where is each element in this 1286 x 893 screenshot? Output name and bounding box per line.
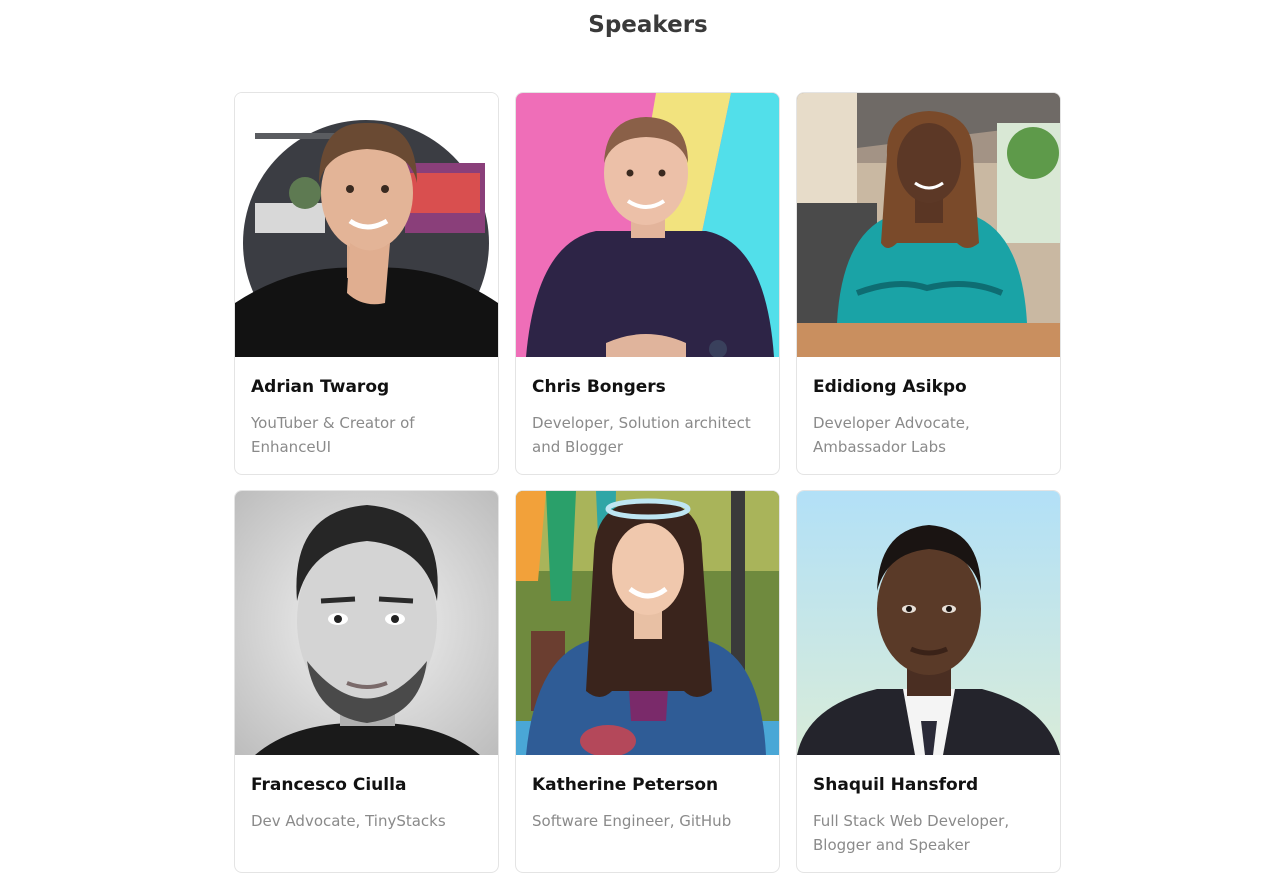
speaker-photo bbox=[797, 93, 1060, 357]
speaker-photo bbox=[516, 93, 779, 357]
speaker-name: Shaquil Hansford bbox=[813, 775, 979, 795]
speaker-role: Software Engineer, GitHub bbox=[532, 812, 732, 830]
speaker-role: Developer, Solution architect and Blogge… bbox=[532, 414, 751, 456]
speaker-card[interactable]: Edidiong Asikpo Developer Advocate, Amba… bbox=[796, 92, 1061, 475]
speaker-name: Edidiong Asikpo bbox=[813, 377, 967, 397]
speaker-card[interactable]: Francesco Ciulla Dev Advocate, TinyStack… bbox=[234, 490, 499, 873]
speaker-card[interactable]: Chris Bongers Developer, Solution archit… bbox=[515, 92, 780, 475]
speaker-card[interactable]: Adrian Twarog YouTuber & Creator of Enha… bbox=[234, 92, 499, 475]
speaker-photo bbox=[797, 491, 1060, 755]
speaker-name: Chris Bongers bbox=[532, 377, 666, 397]
page-title: Speakers bbox=[588, 12, 708, 38]
speaker-card[interactable]: Shaquil Hansford Full Stack Web Develope… bbox=[796, 490, 1061, 873]
speaker-photo bbox=[516, 491, 779, 755]
speaker-name: Francesco Ciulla bbox=[251, 775, 407, 795]
speaker-name: Katherine Peterson bbox=[532, 775, 719, 795]
speaker-role: YouTuber & Creator of EnhanceUI bbox=[251, 414, 415, 456]
speaker-role: Developer Advocate, Ambassador Labs bbox=[813, 414, 970, 456]
speaker-role: Dev Advocate, TinyStacks bbox=[251, 812, 446, 830]
speaker-photo bbox=[235, 93, 498, 357]
speaker-role: Full Stack Web Developer, Blogger and Sp… bbox=[813, 812, 1010, 854]
speaker-photo bbox=[235, 491, 498, 755]
speaker-card[interactable]: Katherine Peterson Software Engineer, Gi… bbox=[515, 490, 780, 873]
speaker-name: Adrian Twarog bbox=[251, 377, 390, 397]
